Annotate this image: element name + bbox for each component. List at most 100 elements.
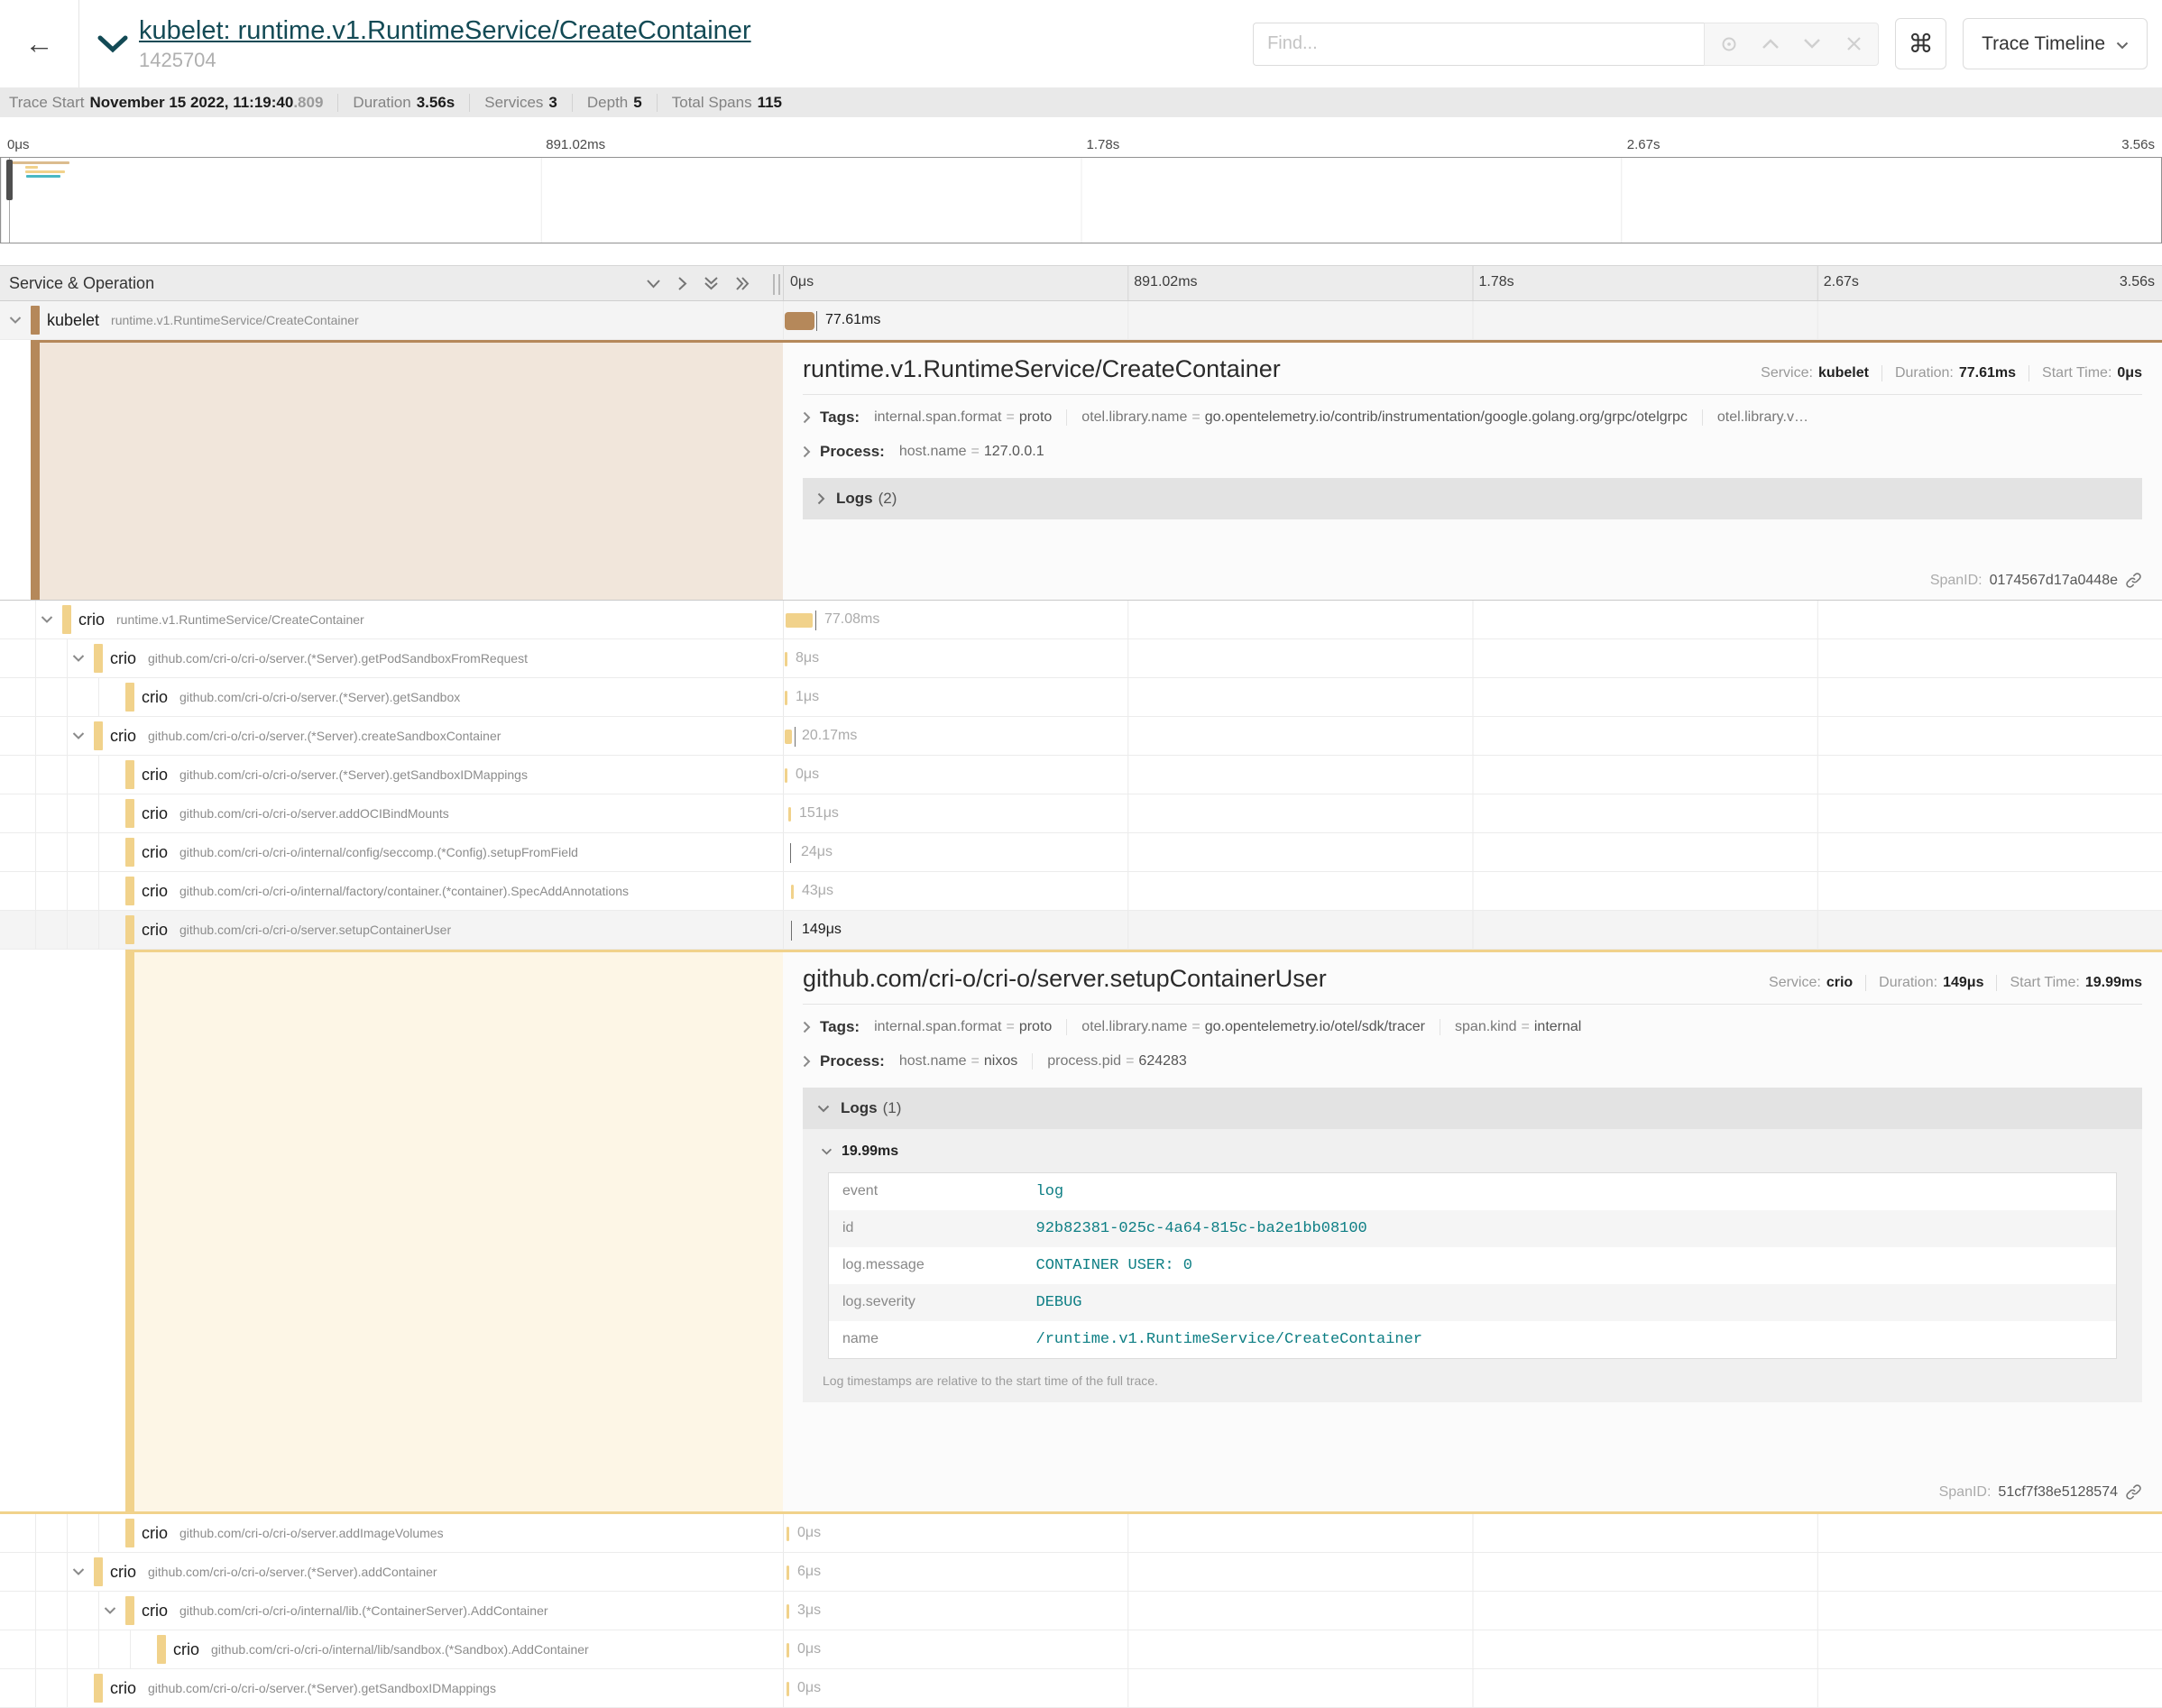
expand-one-icon[interactable] — [677, 276, 687, 291]
span-timeline-cell[interactable]: 0μs — [783, 756, 2162, 794]
focus-match-icon[interactable] — [1712, 27, 1746, 61]
trace-view-selector[interactable]: Trace Timeline — [1963, 18, 2148, 69]
chevron-down-icon[interactable] — [9, 317, 22, 325]
process-accordion[interactable]: Process: host.name=127.0.0.1 — [803, 435, 2142, 469]
find-input[interactable] — [1253, 23, 1704, 66]
span-timeline-cell[interactable]: 3μs — [783, 1592, 2162, 1630]
logs-accordion[interactable]: Logs(2) — [803, 478, 2142, 519]
chevron-right-icon — [803, 411, 811, 424]
span-row[interactable]: crio github.com/cri-o/cri-o/internal/lib… — [0, 1630, 2162, 1669]
span-duration-label: 0μs — [797, 1525, 821, 1541]
tag-item: internal.span.format=proto — [874, 409, 1067, 426]
span-timeline-cell[interactable]: 149μs — [783, 911, 2162, 949]
chevron-down-icon[interactable] — [41, 616, 53, 624]
span-row[interactable]: crio github.com/cri-o/cri-o/internal/con… — [0, 833, 2162, 872]
span-row[interactable]: crio github.com/cri-o/cri-o/server.(*Ser… — [0, 678, 2162, 717]
chevron-down-icon[interactable] — [104, 1607, 116, 1615]
minimap-canvas[interactable] — [0, 157, 2162, 243]
span-timeline-cell[interactable]: 1μs — [783, 678, 2162, 716]
span-color-bar — [94, 1674, 103, 1703]
span-row[interactable]: crio github.com/cri-o/cri-o/server.(*Ser… — [0, 1669, 2162, 1708]
minimap-tick: 1.78s — [1087, 137, 1120, 152]
span-color-bar — [94, 1557, 103, 1586]
copy-link-icon[interactable] — [2125, 1483, 2142, 1501]
logs-body: 19.99ms event log id 92b82381-025c-4a64-… — [803, 1129, 2142, 1402]
span-timeline-cell[interactable]: 43μs — [783, 872, 2162, 910]
log-entry-accordion[interactable]: 19.99ms — [821, 1143, 2124, 1160]
span-timeline-cell[interactable]: 0μs — [783, 1669, 2162, 1707]
span-timeline-cell[interactable]: 77.08ms — [783, 601, 2162, 638]
collapse-trace-header-icon[interactable] — [97, 35, 128, 53]
span-bar — [787, 1527, 789, 1541]
span-row[interactable]: kubelet runtime.v1.RuntimeService/Create… — [0, 301, 2162, 340]
tree-guideline — [67, 872, 68, 910]
trace-title-link[interactable]: kubelet: runtime.v1.RuntimeService/Creat… — [139, 16, 751, 46]
chevron-right-icon — [803, 1021, 811, 1033]
span-operation: github.com/cri-o/cri-o/server.(*Server).… — [148, 651, 783, 666]
span-row[interactable]: crio github.com/cri-o/cri-o/server.(*Ser… — [0, 756, 2162, 794]
logs-note: Log timestamps are relative to the start… — [823, 1373, 2124, 1388]
span-service: crio — [78, 611, 105, 629]
tags-accordion[interactable]: Tags: internal.span.format=proto otel.li… — [803, 1010, 2142, 1044]
prev-match-icon[interactable] — [1753, 27, 1788, 61]
span-row[interactable]: crio github.com/cri-o/cri-o/server.(*Ser… — [0, 717, 2162, 756]
span-row[interactable]: crio github.com/cri-o/cri-o/server.(*Ser… — [0, 639, 2162, 678]
span-operation: github.com/cri-o/cri-o/server.(*Server).… — [179, 767, 783, 782]
tree-guideline — [98, 1592, 99, 1630]
process-item: process.pid=624283 — [1033, 1053, 1201, 1070]
process-accordion[interactable]: Process: host.name=nixos process.pid=624… — [803, 1044, 2142, 1079]
span-timeline-cell[interactable]: 77.61ms — [783, 301, 2162, 339]
span-row[interactable]: crio github.com/cri-o/cri-o/internal/lib… — [0, 1592, 2162, 1630]
clear-find-icon[interactable] — [1836, 27, 1871, 61]
minimap-drag-handle[interactable] — [6, 160, 13, 200]
service-operation-header: Service & Operation — [0, 266, 783, 300]
span-duration-label: 0μs — [797, 1641, 821, 1657]
span-row[interactable]: crio github.com/cri-o/cri-o/internal/fac… — [0, 872, 2162, 911]
span-duration-label: 8μs — [796, 650, 819, 666]
minimap-tick: 2.67s — [1627, 137, 1661, 152]
keyboard-shortcuts-button[interactable]: ⌘ — [1895, 18, 1946, 69]
collapse-all-icon[interactable] — [704, 276, 719, 291]
tree-guideline — [67, 1514, 68, 1552]
timeline-tick: 891.02ms — [1134, 274, 1197, 290]
copy-link-icon[interactable] — [2125, 572, 2142, 589]
span-timeline-cell[interactable]: 6μs — [783, 1553, 2162, 1591]
span-timeline-cell[interactable]: 151μs — [783, 794, 2162, 832]
tree-guideline — [35, 601, 36, 638]
span-timeline-cell[interactable]: 24μs — [783, 833, 2162, 871]
span-operation: github.com/cri-o/cri-o/server.(*Server).… — [179, 690, 783, 704]
tags-accordion[interactable]: Tags: internal.span.format=proto otel.li… — [803, 400, 2142, 435]
span-row[interactable]: crio runtime.v1.RuntimeService/CreateCon… — [0, 601, 2162, 639]
span-timeline-cell[interactable]: 8μs — [783, 639, 2162, 677]
span-timeline-cell[interactable]: 0μs — [783, 1630, 2162, 1668]
next-match-icon[interactable] — [1795, 27, 1829, 61]
span-row[interactable]: crio github.com/cri-o/cri-o/server.addOC… — [0, 794, 2162, 833]
span-operation: runtime.v1.RuntimeService/CreateContaine… — [116, 612, 783, 627]
tree-guideline — [98, 872, 99, 910]
chevron-down-icon[interactable] — [72, 655, 85, 663]
logs-accordion[interactable]: Logs(1) — [803, 1088, 2142, 1129]
span-row[interactable]: crio github.com/cri-o/cri-o/server.addIm… — [0, 1514, 2162, 1553]
tag-item: otel.library.name=go.opentelemetry.io/co… — [1067, 409, 1703, 426]
span-row[interactable]: crio github.com/cri-o/cri-o/server.setup… — [0, 911, 2162, 950]
tree-guideline — [67, 717, 68, 755]
span-duration-label: 0μs — [796, 767, 819, 783]
span-detail-tint — [31, 340, 783, 600]
span-duration-label: 0μs — [797, 1680, 821, 1696]
span-bar — [787, 1682, 789, 1696]
tree-guideline — [98, 756, 99, 794]
back-button[interactable]: ← — [0, 0, 79, 87]
chevron-right-icon — [803, 445, 811, 458]
span-bar — [787, 1604, 789, 1619]
span-row[interactable]: crio github.com/cri-o/cri-o/server.(*Ser… — [0, 1553, 2162, 1592]
span-detail-panel: github.com/cri-o/cri-o/server.setupConta… — [0, 950, 2162, 1514]
tree-guideline — [67, 833, 68, 871]
span-service: crio — [142, 766, 168, 785]
span-timeline-cell[interactable]: 0μs — [783, 1514, 2162, 1552]
collapse-one-icon[interactable] — [646, 279, 661, 289]
chevron-down-icon[interactable] — [72, 1568, 85, 1576]
span-timeline-cell[interactable]: 20.17ms — [783, 717, 2162, 755]
expand-all-icon[interactable] — [735, 276, 750, 291]
column-resizer-handle[interactable] — [773, 274, 780, 295]
chevron-down-icon[interactable] — [72, 732, 85, 740]
